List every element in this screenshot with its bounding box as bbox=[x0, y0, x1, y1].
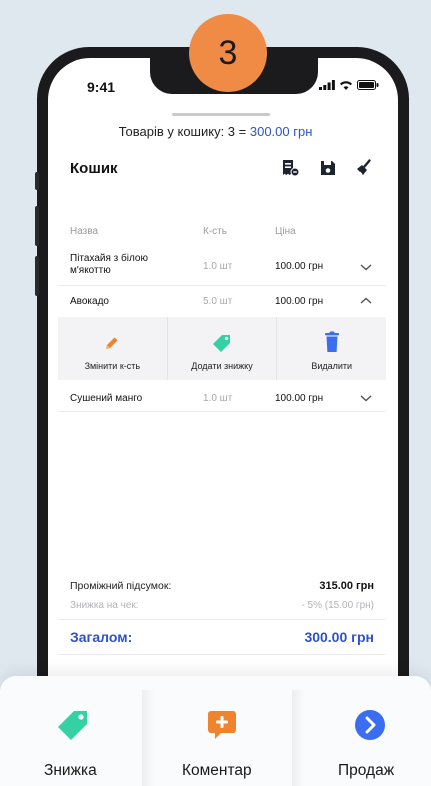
status-icons bbox=[319, 80, 379, 90]
totals-divider bbox=[58, 619, 386, 620]
pencil-icon bbox=[106, 336, 119, 349]
cart-title: Кошик bbox=[70, 160, 118, 177]
tag-icon bbox=[58, 711, 87, 740]
step-badge: 3 bbox=[189, 14, 267, 92]
item-name[interactable]: Пітахайя з білою м'якоттю bbox=[70, 253, 174, 277]
volume-up-button bbox=[35, 206, 39, 246]
broom-icon[interactable] bbox=[354, 158, 374, 178]
cart-summary-prefix: Товарів у кошику: 3 = bbox=[118, 124, 250, 139]
column-header-qty: К-сть bbox=[203, 226, 227, 237]
chevron-down-icon[interactable] bbox=[359, 393, 373, 403]
chevron-down-icon[interactable] bbox=[359, 262, 373, 272]
add-discount-button[interactable]: Додати знижку bbox=[166, 317, 277, 380]
item-qty: 1.0 шт bbox=[203, 261, 233, 272]
status-time: 9:41 bbox=[87, 79, 116, 95]
subtotal-label: Проміжний підсумок: bbox=[70, 580, 172, 592]
bottom-action-bar: Знижка Коментар Продаж bbox=[0, 676, 431, 786]
arrow-right-circle-icon bbox=[355, 710, 385, 740]
save-icon[interactable] bbox=[318, 158, 338, 178]
subtotal-value: 315.00 грн bbox=[319, 580, 374, 592]
sale-tab-label: Продаж bbox=[338, 762, 395, 779]
item-qty: 5.0 шт bbox=[203, 296, 233, 307]
item-actions-panel: Змінити к-сть Додати знижку Видалити bbox=[58, 317, 386, 380]
row-divider bbox=[58, 411, 386, 412]
item-name[interactable]: Сушений манго bbox=[70, 393, 142, 405]
item-name[interactable]: Авокадо bbox=[70, 296, 109, 308]
change-qty-label: Змінити к-сть bbox=[84, 361, 141, 371]
column-header-price: Ціна bbox=[275, 226, 296, 237]
change-qty-button[interactable]: Змінити к-сть bbox=[58, 317, 167, 380]
volume-down-button bbox=[35, 256, 39, 296]
delete-button[interactable]: Видалити bbox=[276, 317, 386, 380]
delete-label: Видалити bbox=[311, 361, 353, 371]
row-divider bbox=[58, 285, 386, 286]
receipt-discount-value: - 5% (15.00 грн) bbox=[301, 600, 374, 611]
cart-summary-amount: 300.00 грн bbox=[249, 124, 313, 139]
item-qty: 1.0 шт bbox=[203, 393, 233, 404]
column-header-name: Назва bbox=[70, 226, 99, 237]
wifi-icon bbox=[340, 81, 352, 90]
item-price: 100.00 грн bbox=[275, 261, 324, 272]
item-price: 100.00 грн bbox=[275, 393, 324, 404]
comment-tab[interactable]: Коментар bbox=[150, 676, 295, 786]
discount-tab-label: Знижка bbox=[44, 762, 97, 779]
trash-icon bbox=[324, 331, 339, 352]
battery-icon bbox=[357, 80, 379, 90]
sale-tab[interactable]: Продаж bbox=[300, 676, 431, 786]
add-discount-label: Додати знижку bbox=[191, 361, 253, 371]
total-label: Загалом: bbox=[70, 629, 133, 645]
receipt-icon[interactable] bbox=[280, 158, 300, 178]
totals-divider bbox=[58, 654, 386, 655]
comment-plus-icon bbox=[208, 711, 236, 739]
mute-switch bbox=[35, 172, 39, 190]
signal-icon bbox=[319, 80, 335, 90]
cart-summary: Товарів у кошику: 3 = 300.00 грн bbox=[0, 124, 431, 139]
discount-tab[interactable]: Знижка bbox=[0, 676, 142, 786]
tag-icon bbox=[213, 335, 230, 352]
total-value: 300.00 грн bbox=[304, 629, 374, 645]
receipt-discount-label: Знижка на чек: bbox=[70, 600, 139, 611]
item-price: 100.00 грн bbox=[275, 296, 324, 307]
chevron-up-icon[interactable] bbox=[359, 296, 373, 306]
sheet-grabber[interactable] bbox=[172, 113, 270, 116]
comment-tab-label: Коментар bbox=[182, 762, 252, 779]
